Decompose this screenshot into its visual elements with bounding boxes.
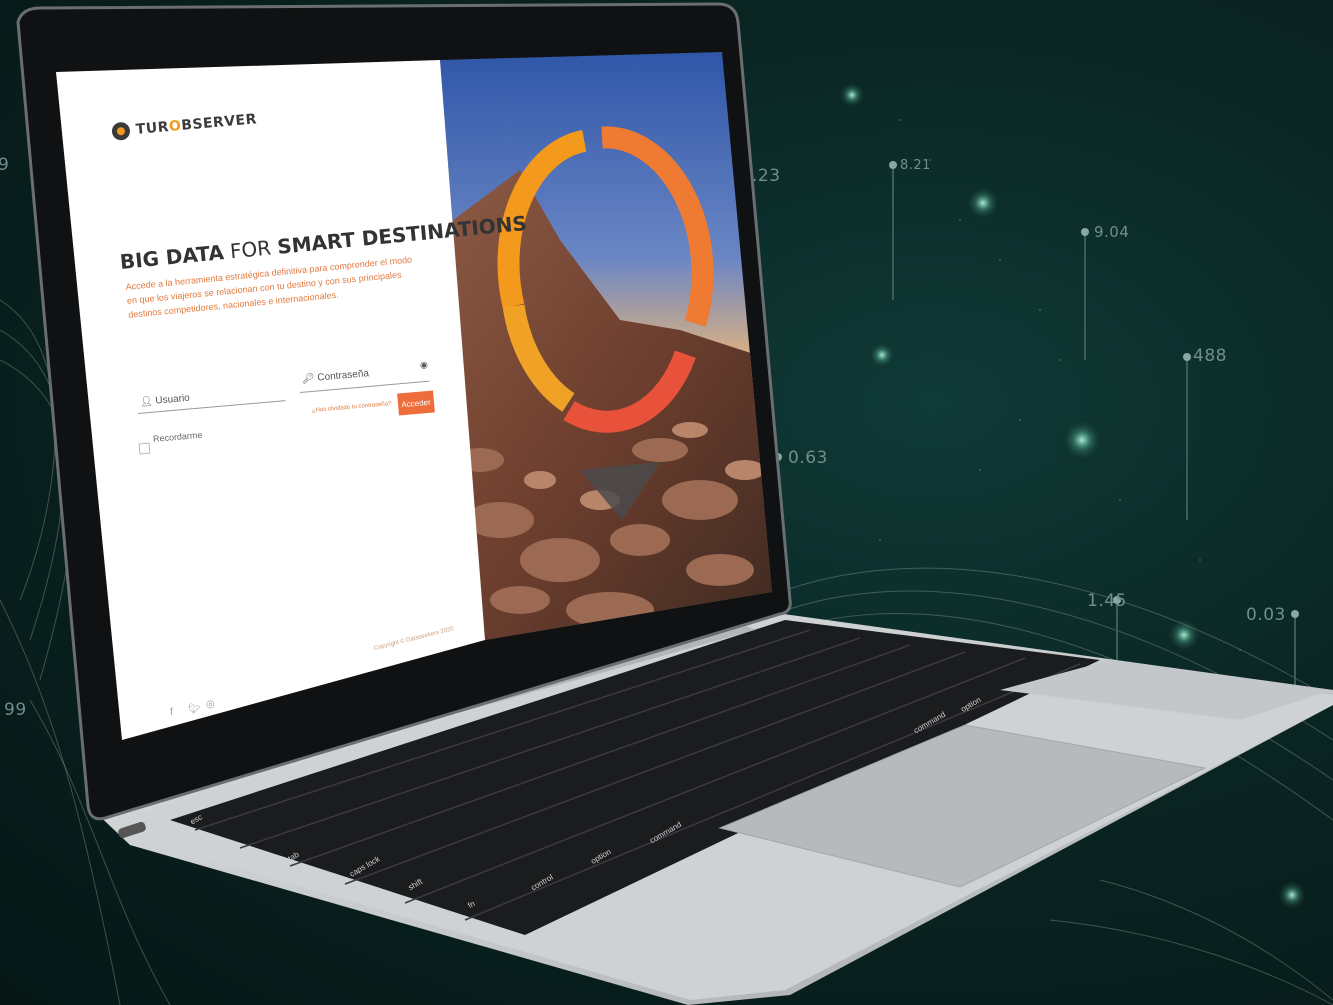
show-password-icon[interactable]: ◉ — [420, 359, 429, 371]
facebook-icon[interactable]: f — [170, 707, 173, 718]
dribbble-icon[interactable]: ◎ — [206, 699, 215, 710]
twitter-icon[interactable]: 🐦︎ — [188, 704, 201, 715]
user-icon: 👤︎ — [139, 395, 154, 408]
remember-checkbox[interactable] — [138, 442, 151, 455]
laptop-illustration — [16, 2, 1333, 1005]
logo-icon — [111, 121, 131, 141]
submit-button[interactable]: Acceder — [397, 390, 435, 416]
key-icon: 🔑︎ — [301, 372, 316, 385]
